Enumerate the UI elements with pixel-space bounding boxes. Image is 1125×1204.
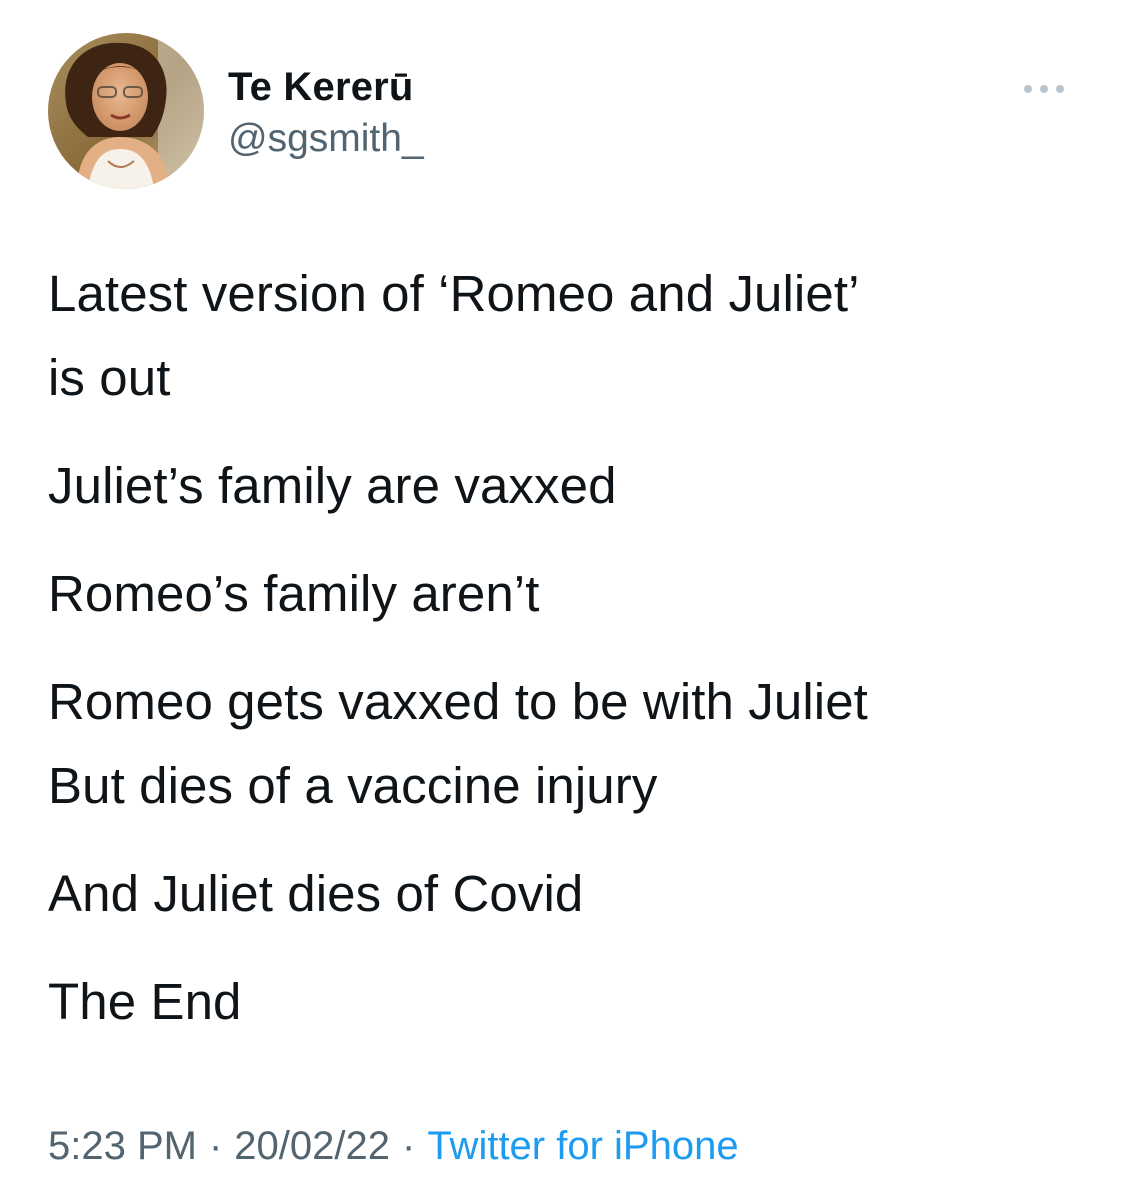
- tweet-line: Romeo gets vaxxed to be with Juliet: [48, 673, 868, 730]
- profile-photo: [48, 33, 204, 189]
- more-horizontal-icon: [1024, 85, 1064, 93]
- tweet-time[interactable]: 5:23 PM: [48, 1124, 197, 1168]
- tweet-paragraph: The End: [48, 960, 1088, 1044]
- tweet-text: Latest version of ‘Romeo and Juliet’ is …: [48, 252, 1088, 1068]
- more-options-button[interactable]: [1014, 74, 1074, 104]
- meta-separator: ·: [402, 1124, 416, 1168]
- tweet-line: Romeo’s family aren’t: [48, 565, 540, 622]
- tweet-paragraph: Romeo’s family aren’t: [48, 552, 1088, 636]
- tweet: Te Kererū @sgsmith_ Latest version of ‘R…: [0, 0, 1125, 1204]
- avatar[interactable]: [48, 33, 204, 189]
- tweet-paragraph: Juliet’s family are vaxxed: [48, 444, 1088, 528]
- meta-separator: ·: [208, 1124, 223, 1168]
- tweet-line: Latest version of ‘Romeo and Juliet’: [48, 265, 860, 322]
- author-block: Te Kererū @sgsmith_: [228, 64, 424, 161]
- tweet-paragraph: Latest version of ‘Romeo and Juliet’ is …: [48, 252, 1088, 420]
- tweet-source-link[interactable]: Twitter for iPhone: [427, 1124, 738, 1168]
- tweet-date[interactable]: 20/02/22: [234, 1124, 390, 1168]
- tweet-paragraph: And Juliet dies of Covid: [48, 852, 1088, 936]
- tweet-line: The End: [48, 973, 242, 1030]
- author-handle[interactable]: @sgsmith_: [228, 116, 424, 161]
- tweet-line: Juliet’s family are vaxxed: [48, 457, 617, 514]
- tweet-line: But dies of a vaccine injury: [48, 757, 658, 814]
- tweet-line: And Juliet dies of Covid: [48, 865, 584, 922]
- author-display-name[interactable]: Te Kererū: [228, 64, 424, 110]
- tweet-metadata: 5:23 PM · 20/02/22 · Twitter for iPhone: [48, 1118, 739, 1174]
- tweet-paragraph: Romeo gets vaxxed to be with Juliet But …: [48, 660, 1088, 828]
- tweet-line: is out: [48, 349, 171, 406]
